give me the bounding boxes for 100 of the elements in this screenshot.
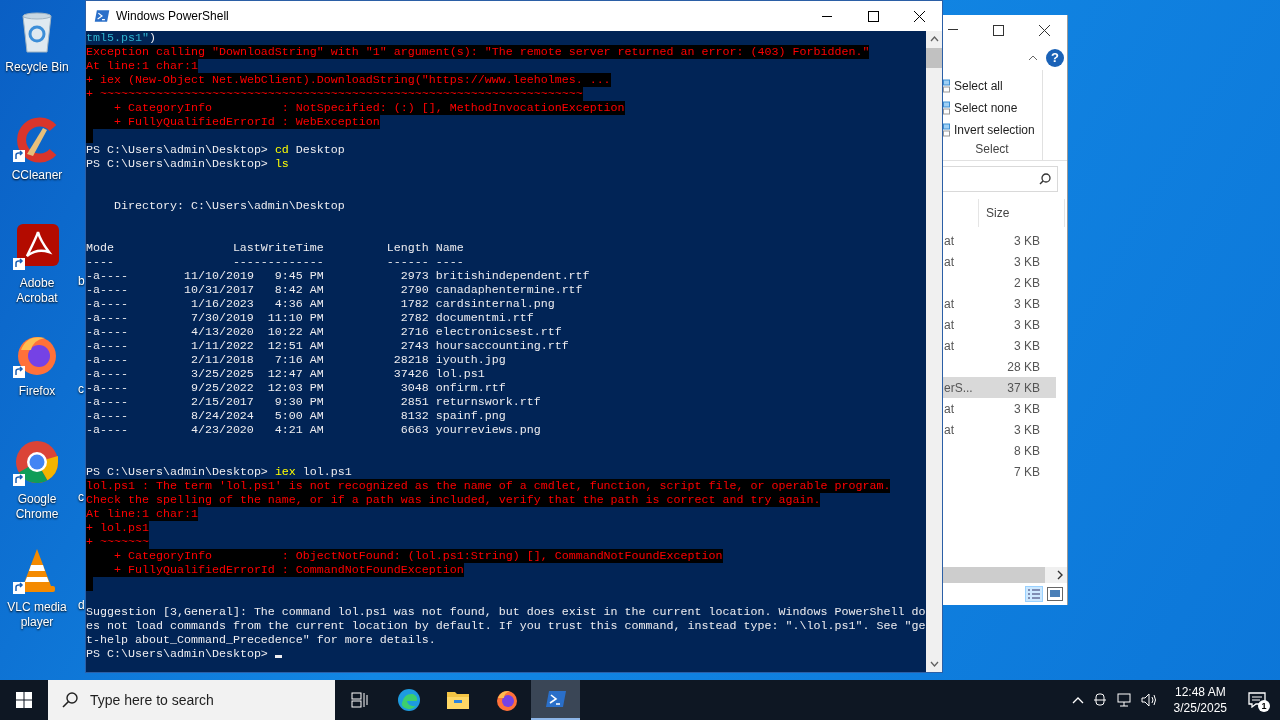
desktop-icon-label[interactable]: c — [78, 382, 84, 396]
file-row[interactable]: 8 KB — [942, 440, 1056, 461]
file-length: 8132 — [400, 409, 429, 423]
file-time: 9:30 PM — [274, 395, 324, 409]
maximize-icon[interactable] — [993, 24, 1005, 36]
desktop-icon-label[interactable]: d — [78, 598, 85, 612]
file-time: 12:47 AM — [267, 367, 324, 381]
file-mode: -a---- — [86, 269, 128, 283]
file-row[interactable]: 2 KB — [942, 272, 1056, 293]
desktop-icon-label[interactable]: Google Chrome — [1, 492, 73, 522]
header-underline: ---- — [435, 255, 464, 269]
file-row[interactable]: at 3 KB — [942, 419, 1056, 440]
ribbon-command[interactable]: Select none — [954, 101, 1018, 115]
file-mode: -a---- — [86, 409, 128, 423]
file-length: 2782 — [400, 311, 429, 325]
error-highlight — [86, 577, 93, 591]
windows-start-icon[interactable] — [16, 692, 32, 708]
acrobat-icon[interactable] — [13, 222, 61, 272]
desktop-icon-label[interactable]: c — [78, 490, 84, 504]
search-icon — [1039, 173, 1051, 185]
search-field[interactable]: Type here to search — [48, 680, 335, 720]
desktop-icon-label[interactable]: VLC media player — [1, 600, 73, 630]
header-underline: ------ — [386, 255, 429, 269]
file-row[interactable]: at 3 KB — [942, 230, 1056, 251]
file-date: 4/23/2020 — [190, 423, 254, 437]
file-name: iyouth.jpg — [435, 353, 506, 367]
file-name: cardsinternal.png — [435, 297, 555, 311]
close-icon[interactable] — [913, 10, 925, 22]
maximize-icon[interactable] — [867, 10, 879, 22]
file-length: 2973 — [400, 269, 429, 283]
task-view-icon[interactable] — [350, 692, 369, 708]
column-header: Name — [435, 241, 464, 255]
desktop-icon-label[interactable]: Adobe Acrobat — [1, 276, 73, 306]
notification-icon[interactable] — [1248, 692, 1266, 708]
file-mode: -a---- — [86, 423, 128, 437]
file-time: 4:36 AM — [274, 297, 324, 311]
file-time: 4:21 AM — [274, 423, 324, 437]
file-time: 10:22 AM — [267, 325, 324, 339]
file-date: 7/30/2019 — [190, 311, 254, 325]
desktop-icon-label[interactable]: b — [78, 274, 85, 288]
console-line: tml5.ps1") — [86, 31, 156, 45]
desktop-icon-label[interactable]: Firefox — [1, 384, 73, 399]
notification-count: 1 — [1258, 700, 1270, 712]
edge-browser-icon[interactable] — [396, 688, 421, 712]
file-name: hoursaccounting.rtf — [435, 339, 569, 353]
file-time: 9:45 PM — [274, 269, 324, 283]
scrollbar-thumb[interactable] — [926, 48, 942, 68]
console-line: PS C:\Users\admin\Desktop> iex lol.ps1 — [86, 465, 352, 479]
console-line: PS C:\Users\admin\Desktop> ls — [86, 157, 289, 171]
console-line: PS C:\Users\admin\Desktop> — [86, 647, 282, 661]
file-length: 37426 — [393, 367, 429, 381]
file-name: lol.ps1 — [435, 367, 485, 381]
minimize-icon[interactable] — [822, 15, 832, 17]
close-icon[interactable] — [1038, 24, 1050, 36]
speaker-icon[interactable] — [1140, 692, 1159, 708]
file-row[interactable]: 28 KB — [942, 356, 1056, 377]
file-row[interactable]: at 3 KB — [942, 314, 1056, 335]
file-time: 7:16 AM — [274, 353, 324, 367]
network-icon[interactable] — [1115, 692, 1132, 708]
minimize-icon[interactable] — [948, 29, 958, 31]
file-date: 3/25/2025 — [190, 367, 254, 381]
scrollbar-thumb[interactable] — [942, 567, 1045, 583]
console-line: Directory: C:\Users\admin\Desktop — [112, 199, 345, 213]
file-row[interactable]: erS... 37 KB — [942, 377, 1056, 398]
file-mode: -a---- — [86, 311, 128, 325]
desktop-icon-label[interactable]: CCleaner — [1, 168, 73, 183]
file-row[interactable]: at 3 KB — [942, 398, 1056, 419]
file-row[interactable]: at 3 KB — [942, 251, 1056, 272]
file-date: 1/16/2023 — [190, 297, 254, 311]
collapse-ribbon-icon[interactable] — [1028, 54, 1038, 61]
file-row[interactable]: at 3 KB — [942, 335, 1056, 356]
file-length: 2716 — [400, 325, 429, 339]
column-header[interactable]: Size — [986, 206, 1010, 220]
chrome-icon[interactable] — [13, 438, 61, 488]
powershell-icon[interactable] — [544, 690, 567, 708]
firefox-icon[interactable] — [494, 688, 519, 712]
header-underline: ---- — [86, 255, 115, 269]
console-line: es not load commands from the current location by default. If you trust this command, instead type: ".\lol.ps1". See "ge — [86, 619, 926, 633]
console-line: PS C:\Users\admin\Desktop> cd Desktop — [86, 143, 345, 157]
file-mode: -a---- — [86, 339, 128, 353]
device-icon[interactable] — [1092, 692, 1107, 708]
file-name: onfirm.rtf — [435, 381, 506, 395]
thumbnail-view-icon[interactable] — [1047, 587, 1063, 601]
file-row[interactable]: 7 KB — [942, 461, 1056, 482]
clock[interactable]: 12:48 AM 3/25/2025 — [1167, 684, 1233, 716]
details-view-icon[interactable] — [1025, 586, 1043, 602]
ribbon-command[interactable]: Invert selection — [954, 123, 1035, 137]
chevron-up-icon[interactable] — [1071, 696, 1084, 704]
file-row[interactable]: at 3 KB — [942, 293, 1056, 314]
help-button[interactable]: ? — [1046, 48, 1064, 67]
folder-icon[interactable] — [445, 690, 470, 710]
file-mode: -a---- — [86, 353, 128, 367]
column-header: Length — [386, 241, 429, 255]
file-time: 8:42 AM — [274, 283, 324, 297]
file-date: 9/25/2022 — [190, 381, 254, 395]
ribbon-command[interactable]: Select all — [954, 79, 1003, 93]
desktop-icon-label[interactable]: Recycle Bin — [1, 60, 73, 75]
search-field[interactable] — [942, 166, 1058, 192]
file-length: 3048 — [400, 381, 429, 395]
file-length: 28218 — [393, 353, 429, 367]
